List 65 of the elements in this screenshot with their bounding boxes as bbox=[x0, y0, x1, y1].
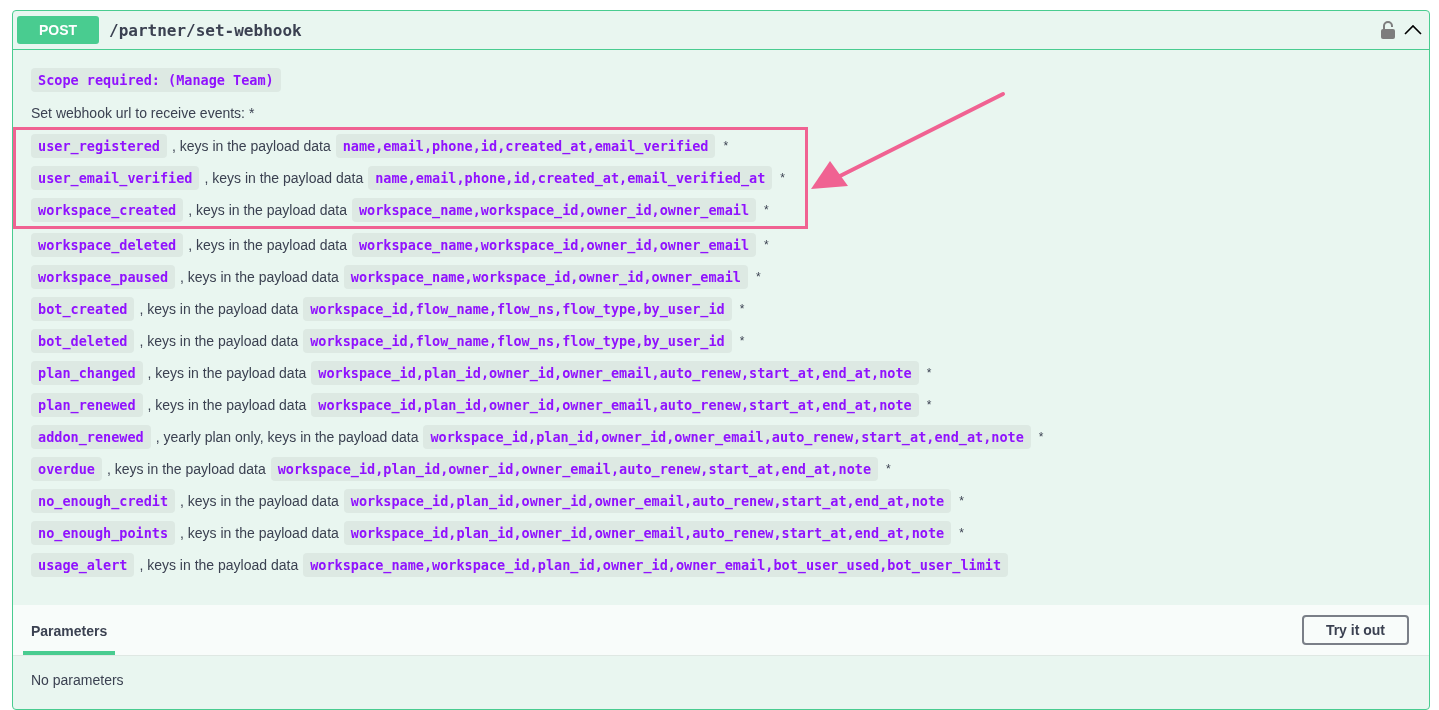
payload-keys-code: workspace_id,plan_id,owner_id,owner_email,auto_renew,start_at,end_at,note bbox=[311, 361, 919, 385]
required-asterisk: * bbox=[926, 366, 932, 380]
required-asterisk: * bbox=[959, 526, 964, 540]
event-description: , keys in the payload data bbox=[180, 269, 339, 285]
required-asterisk: * bbox=[739, 334, 745, 348]
required-asterisk: * bbox=[959, 494, 964, 508]
unlocked-padlock-icon[interactable] bbox=[1381, 21, 1395, 39]
method-badge: POST bbox=[17, 16, 99, 44]
payload-keys-code: workspace_name,workspace_id,owner_id,owner_email bbox=[351, 198, 757, 222]
operation-header[interactable]: POST /partner/set-webhook bbox=[13, 11, 1429, 50]
payload-keys-code: workspace_id,flow_name,flow_ns,flow_type,by_user_id bbox=[303, 329, 732, 353]
event-description: , keys in the payload data bbox=[188, 202, 347, 218]
required-asterisk: * bbox=[926, 398, 932, 412]
event-name-code: user_email_verified bbox=[31, 166, 200, 190]
payload-keys-code: workspace_name,workspace_id,owner_id,owner_email bbox=[351, 233, 757, 257]
payload-keys-code: workspace_id,flow_name,flow_ns,flow_type,by_user_id bbox=[303, 297, 732, 321]
payload-keys-code: name,email,phone,id,created_at,email_verified bbox=[335, 134, 716, 158]
payload-keys-code: name,email,phone,id,created_at,email_verified_at bbox=[368, 166, 773, 190]
payload-keys-code: workspace_id,plan_id,owner_id,owner_email,auto_renew,start_at,end_at,note bbox=[343, 489, 952, 513]
chevron-icon[interactable] bbox=[1403, 24, 1423, 36]
required-asterisk: * bbox=[755, 270, 761, 284]
event-description: , keys in the payload data bbox=[147, 397, 307, 413]
required-asterisk: * bbox=[764, 203, 769, 217]
event-description: , keys in the payload data bbox=[139, 333, 299, 349]
payload-keys-code: workspace_id,plan_id,owner_id,owner_email,auto_renew,start_at,end_at,note bbox=[343, 521, 952, 545]
required-asterisk: * bbox=[723, 139, 729, 153]
event-description: , keys in the payload data bbox=[188, 237, 347, 253]
endpoint-path: /partner/set-webhook bbox=[109, 20, 303, 40]
event-name-code: workspace_paused bbox=[31, 265, 176, 289]
event-description: , keys in the payload data bbox=[147, 365, 307, 381]
event-description: , keys in the payload data bbox=[106, 461, 266, 477]
payload-keys-code: workspace_name,workspace_id,owner_id,owner_email bbox=[343, 265, 748, 289]
event-name-code: bot_deleted bbox=[31, 329, 135, 353]
event-name-code: workspace_created bbox=[31, 198, 184, 222]
event-description: , keys in the payload data bbox=[204, 170, 364, 186]
event-name-code: plan_renewed bbox=[31, 393, 143, 417]
required-asterisk: * bbox=[886, 462, 891, 476]
event-description: , keys in the payload data bbox=[180, 493, 339, 509]
scope-code: Scope required: (Manage Team) bbox=[31, 68, 281, 92]
event-name-code: no_enough_credit bbox=[31, 489, 176, 513]
required-asterisk: * bbox=[780, 171, 786, 185]
event-description: , keys in the payload data bbox=[171, 138, 331, 154]
event-description: , yearly plan only, keys in the payload data bbox=[155, 429, 419, 445]
event-name-code: addon_renewed bbox=[31, 425, 151, 449]
event-name-code: plan_changed bbox=[31, 361, 143, 385]
required-asterisk: * bbox=[739, 302, 745, 316]
payload-keys-code: workspace_name,workspace_id,plan_id,owner_id,owner_email,bot_user_used,bot_user_limit bbox=[303, 553, 1009, 577]
event-name-code: user_registered bbox=[31, 134, 167, 158]
no-parameters-text: No parameters bbox=[30, 671, 125, 690]
event-name-code: usage_alert bbox=[31, 553, 135, 577]
payload-keys-code: workspace_id,plan_id,owner_id,owner_email,auto_renew,start_at,end_at,note bbox=[270, 457, 878, 481]
event-description: , keys in the payload data bbox=[139, 557, 299, 573]
event-name-code: no_enough_points bbox=[31, 521, 176, 545]
event-name-code: bot_created bbox=[31, 297, 135, 321]
parameters-tab[interactable]: Parameters bbox=[23, 623, 116, 655]
event-description: , keys in the payload data bbox=[180, 525, 339, 541]
payload-keys-code: workspace_id,plan_id,owner_id,owner_email,auto_renew,start_at,end_at,note bbox=[423, 425, 1031, 449]
event-description: , keys in the payload data bbox=[139, 301, 299, 317]
event-name-code: workspace_deleted bbox=[31, 233, 184, 257]
required-asterisk: * bbox=[1038, 430, 1044, 444]
try-it-out-button[interactable]: Try it out bbox=[1301, 615, 1409, 645]
required-asterisk: * bbox=[764, 238, 769, 252]
payload-keys-code: workspace_id,plan_id,owner_id,owner_email,auto_renew,start_at,end_at,note bbox=[311, 393, 919, 417]
webhook-description: Set webhook url to receive events: * bbox=[31, 105, 256, 121]
event-name-code: overdue bbox=[31, 457, 102, 481]
